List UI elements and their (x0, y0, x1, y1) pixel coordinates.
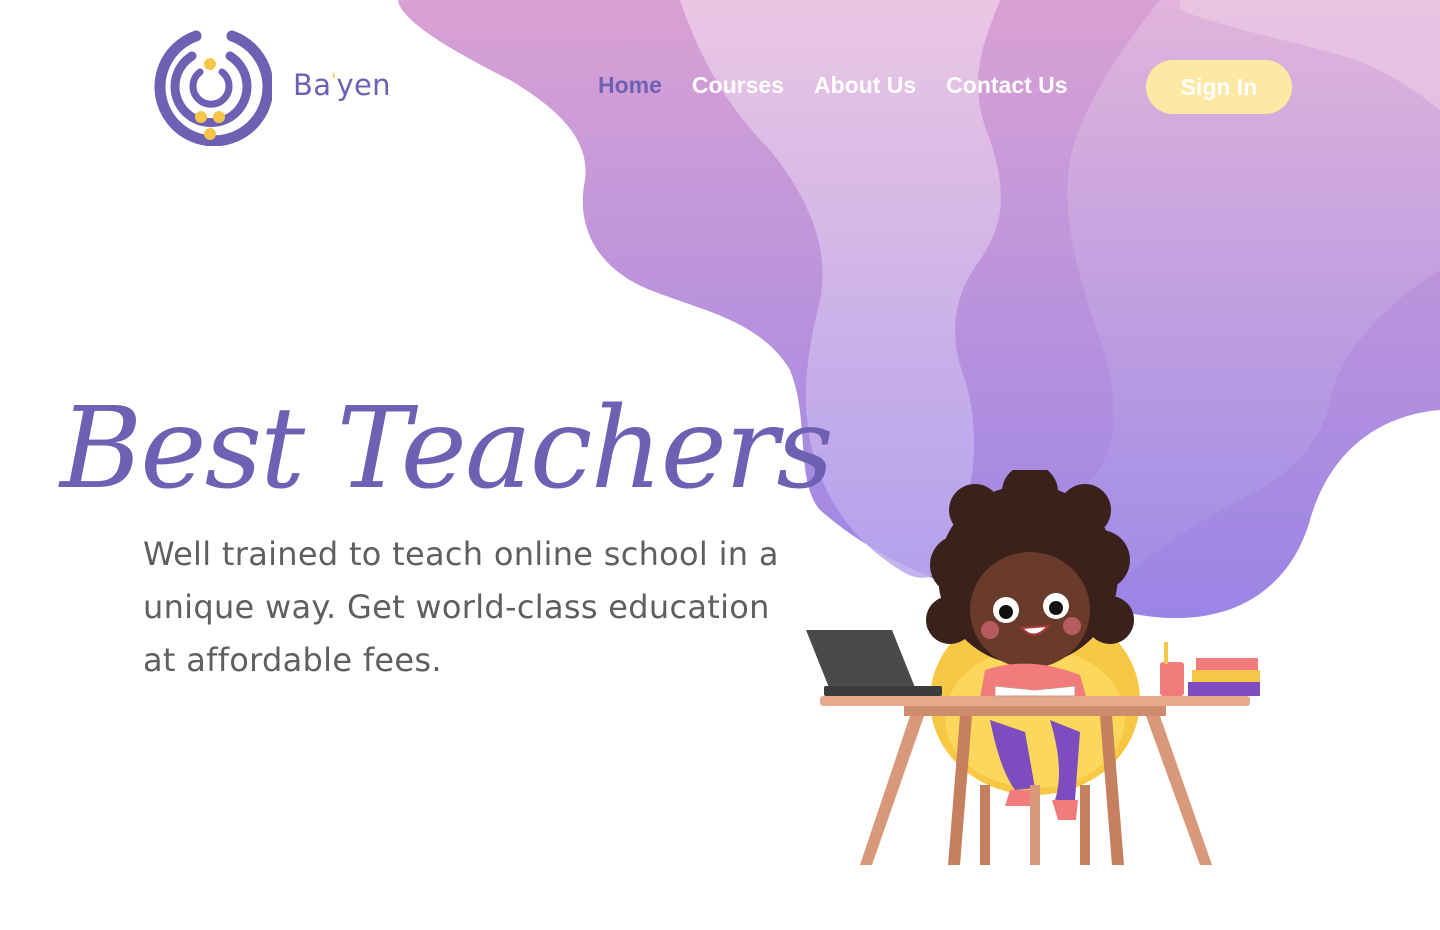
brand-mark: ' (331, 70, 337, 91)
nav-link-courses[interactable]: Courses (692, 72, 784, 99)
brand-name[interactable]: Ba'yen (293, 68, 391, 102)
sign-in-button[interactable]: Sign In (1146, 60, 1292, 114)
brand-logo-icon[interactable] (148, 28, 272, 146)
main-nav: Home Courses About Us Contact Us (598, 72, 1068, 99)
brand-suffix: yen (336, 68, 391, 102)
girl-studying-at-desk-illustration (806, 470, 1260, 865)
nav-link-about-us[interactable]: About Us (814, 72, 916, 99)
nav-link-contact-us[interactable]: Contact Us (946, 72, 1067, 99)
hero-title: Best Teachers (60, 384, 834, 514)
nav-link-home[interactable]: Home (598, 72, 662, 99)
brand-prefix: Ba (293, 68, 332, 102)
hero-description: Well trained to teach online school in a… (143, 535, 779, 679)
